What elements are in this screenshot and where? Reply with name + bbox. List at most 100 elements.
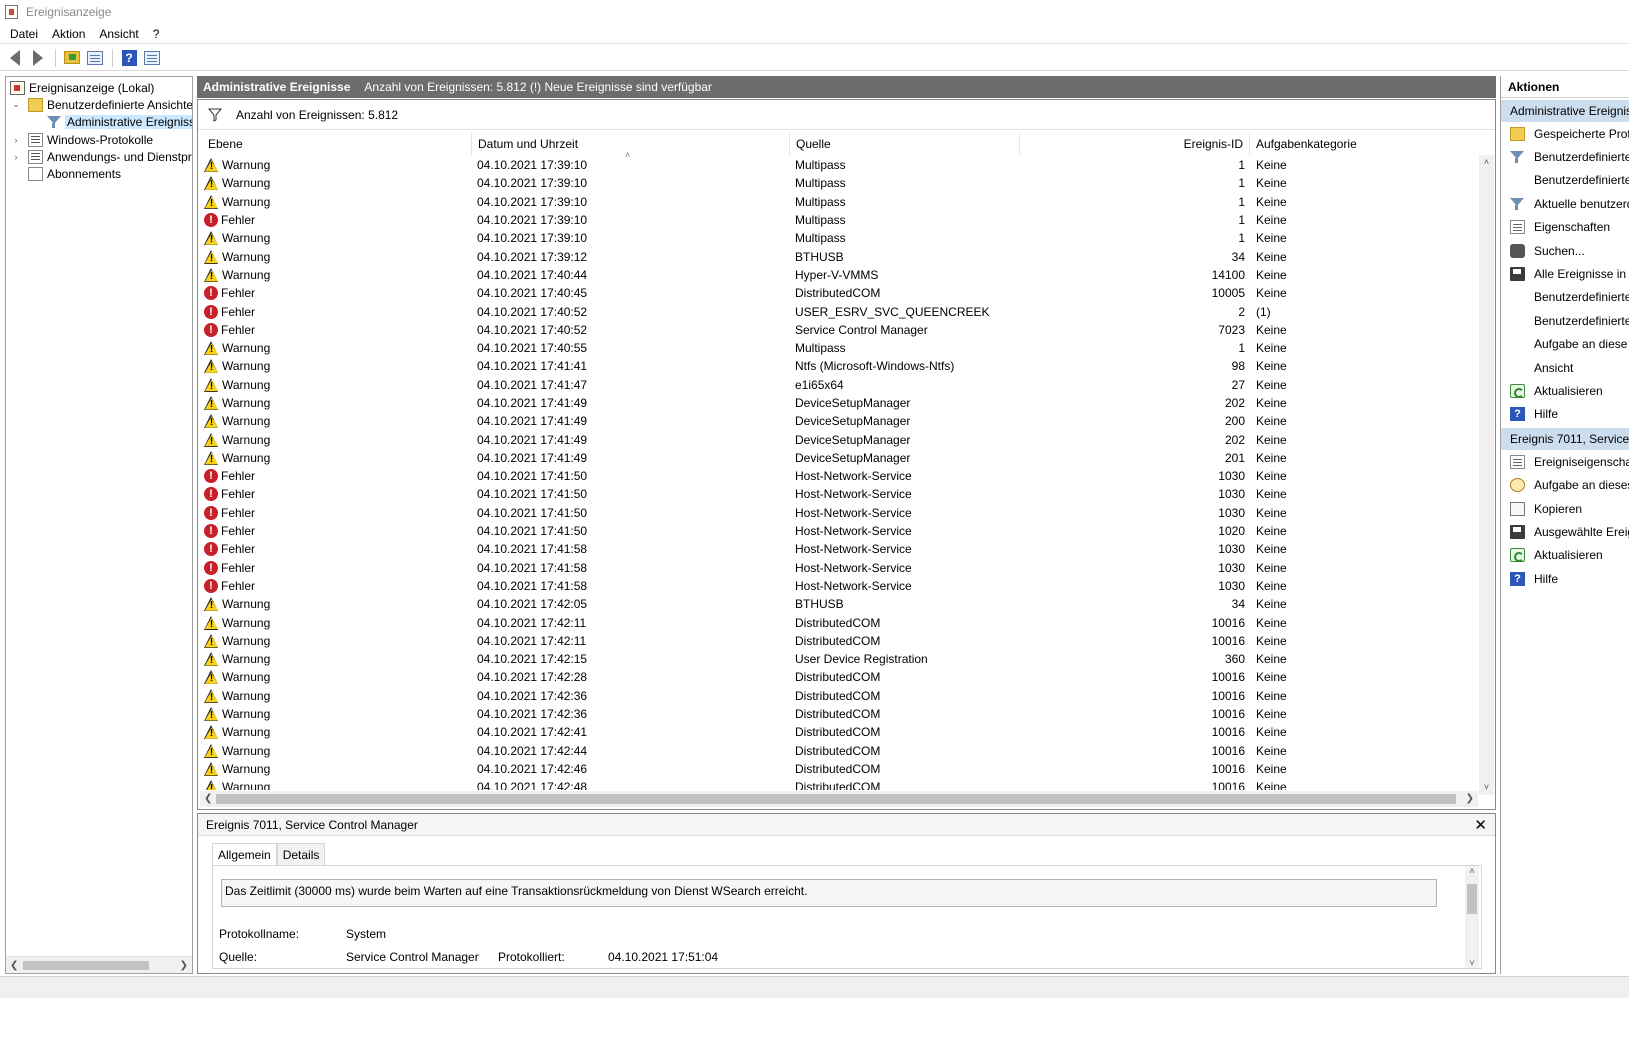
event-row[interactable]: Warnung 04.10.2021 17:42:05 BTHUSB 34 Keine <box>202 595 1478 613</box>
scroll-thumb[interactable] <box>23 961 149 970</box>
tree-horizontal-scrollbar[interactable]: ❮ ❯ <box>6 956 192 973</box>
actions-section-view[interactable]: Administrative Ereignisse <box>1501 100 1629 122</box>
action-item[interactable]: Benutzerdefinierte Ansicht erstellen... <box>1501 145 1629 168</box>
event-row[interactable]: Warnung 04.10.2021 17:39:12 BTHUSB 34 Keine <box>202 247 1478 265</box>
action-item[interactable]: Ereigniseigenschaften <box>1501 450 1629 473</box>
event-row[interactable]: Fehler 04.10.2021 17:41:58 Host-Network-Se… <box>202 577 1478 595</box>
action-item[interactable]: Suchen... <box>1501 239 1629 262</box>
actions-section-event[interactable]: Ereignis 7011, Service Control Manager <box>1501 428 1629 451</box>
scroll-right-icon[interactable]: ❯ <box>1466 791 1474 807</box>
event-row[interactable]: Warnung 04.10.2021 17:42:48 DistributedCOM… <box>202 778 1478 790</box>
menu-ansicht[interactable]: Ansicht <box>92 27 145 41</box>
event-row[interactable]: Warnung 04.10.2021 17:41:49 DeviceSetupMan… <box>202 430 1478 448</box>
column-header-source[interactable]: Quelle <box>790 133 1020 155</box>
action-item[interactable]: Aktualisieren <box>1501 379 1629 402</box>
logged-value[interactable]: 04.10.2021 17:51:04 <box>608 950 718 964</box>
event-row[interactable]: Warnung 04.10.2021 17:41:49 DeviceSetupMan… <box>202 449 1478 467</box>
event-row[interactable]: Fehler 04.10.2021 17:41:50 Host-Network-Se… <box>202 522 1478 540</box>
event-row[interactable]: Fehler 04.10.2021 17:40:45 DistributedCOM 1… <box>202 284 1478 302</box>
event-row[interactable]: Warnung 04.10.2021 17:42:36 DistributedCOM… <box>202 687 1478 705</box>
event-row[interactable]: Fehler 04.10.2021 17:40:52 Service Control… <box>202 321 1478 339</box>
event-row[interactable]: Warnung 04.10.2021 17:40:44 Hyper-V-VMMS 14… <box>202 266 1478 284</box>
event-row[interactable]: Warnung 04.10.2021 17:41:49 DeviceSetupMan… <box>202 394 1478 412</box>
event-row[interactable]: Fehler 04.10.2021 17:41:50 Host-Network-Se… <box>202 467 1478 485</box>
menu-aktion[interactable]: Aktion <box>45 27 92 41</box>
action-item[interactable]: Aufgabe an dieses Ereignis anfügen... <box>1501 473 1629 496</box>
event-message[interactable]: Das Zeitlimit (30000 ms) wurde beim Wart… <box>221 879 1437 907</box>
action-item[interactable]: Gespeicherte Protokolldatei öffnen... <box>1501 122 1629 145</box>
close-icon[interactable]: ✕ <box>1474 816 1487 834</box>
action-item[interactable]: Kopieren <box>1501 497 1629 520</box>
column-header-event-id[interactable]: Ereignis-ID <box>1020 133 1250 155</box>
action-item[interactable]: ? Hilfe <box>1501 567 1629 590</box>
action-item[interactable]: Ausgewählte Ereignisse speichern... <box>1501 520 1629 543</box>
chevron-right-icon[interactable]: › <box>10 152 22 162</box>
scroll-down-icon[interactable]: ˅ <box>1465 958 1479 968</box>
event-row[interactable]: Warnung 04.10.2021 17:41:47 e1i65x64 27 Kein… <box>202 376 1478 394</box>
action-item[interactable]: Aufgabe an diese benutzerdefinierte Ansi… <box>1501 333 1629 356</box>
tree-item-windows-logs[interactable]: › Windows-Protokolle <box>10 131 153 148</box>
scroll-thumb[interactable] <box>216 794 1456 804</box>
chevron-down-icon[interactable]: ⌄ <box>10 99 22 110</box>
event-row[interactable]: Fehler 04.10.2021 17:40:52 USER_ESRV_SVC_Q… <box>202 302 1478 320</box>
back-button[interactable] <box>4 47 26 69</box>
action-item[interactable]: Benutzerdefinierte Ansicht importieren..… <box>1501 169 1629 192</box>
action-item[interactable]: Benutzerdefinierte Ansicht kopieren... <box>1501 309 1629 332</box>
detail-vertical-scrollbar[interactable]: ˄ ˅ <box>1465 866 1479 968</box>
source-value[interactable]: Service Control Manager <box>346 950 479 964</box>
event-row[interactable]: Warnung 04.10.2021 17:42:36 DistributedCOM… <box>202 705 1478 723</box>
tree-item-subscriptions[interactable]: Abonnements <box>28 165 121 182</box>
tree-item-admin-events[interactable]: Administrative Ereignisse <box>46 113 192 130</box>
action-item[interactable]: Alle Ereignisse in benutzerdefinierter A… <box>1501 262 1629 285</box>
event-row[interactable]: Fehler 04.10.2021 17:41:50 Host-Network-Se… <box>202 504 1478 522</box>
log-name-value[interactable]: System <box>346 927 386 941</box>
scroll-left-icon[interactable]: ❮ <box>10 957 18 973</box>
show-hide-action-pane-button[interactable] <box>141 47 163 69</box>
event-row[interactable]: Warnung 04.10.2021 17:42:46 DistributedCOM… <box>202 760 1478 778</box>
event-row[interactable]: Warnung 04.10.2021 17:42:11 DistributedCOM… <box>202 632 1478 650</box>
events-vertical-scrollbar[interactable]: ˄ ˅ <box>1479 155 1494 795</box>
action-item[interactable]: Ansicht <box>1501 356 1629 379</box>
action-item[interactable]: ? Hilfe <box>1501 403 1629 426</box>
action-item[interactable]: Aktualisieren <box>1501 544 1629 567</box>
scroll-up-icon[interactable]: ˄ <box>1465 866 1479 876</box>
scroll-right-icon[interactable]: ❯ <box>180 957 188 973</box>
event-row[interactable]: Fehler 04.10.2021 17:41:50 Host-Network-Se… <box>202 485 1478 503</box>
column-header-level[interactable]: Ebene <box>202 133 472 155</box>
event-row[interactable]: Fehler 04.10.2021 17:39:10 Multipass 1 Keine <box>202 211 1478 229</box>
menu-datei[interactable]: Datei <box>3 27 45 41</box>
tree-item-root[interactable]: Ereignisanzeige (Lokal) <box>10 79 154 96</box>
action-item[interactable]: Benutzerdefinierte Ansicht exportieren..… <box>1501 286 1629 309</box>
column-header-task-category[interactable]: Aufgabenkategorie <box>1250 133 1470 155</box>
scroll-down-icon[interactable]: ˅ <box>1479 780 1494 795</box>
action-item[interactable]: Aktuelle benutzerdefinierte Ansicht filt… <box>1501 192 1629 215</box>
scroll-left-icon[interactable]: ❮ <box>204 791 212 807</box>
event-row[interactable]: Warnung 04.10.2021 17:39:10 Multipass 1 Kein… <box>202 174 1478 192</box>
forward-button[interactable] <box>27 47 49 69</box>
tree-item-app-logs[interactable]: › Anwendungs- und Dienstprotokolle <box>10 148 192 165</box>
tree-item-custom-views[interactable]: ⌄ Benutzerdefinierte Ansichten <box>10 96 192 113</box>
event-row[interactable]: Fehler 04.10.2021 17:41:58 Host-Network-Se… <box>202 559 1478 577</box>
event-row[interactable]: Warnung 04.10.2021 17:40:55 Multipass 1 Kein… <box>202 339 1478 357</box>
event-row[interactable]: Warnung 04.10.2021 17:42:11 DistributedCOM… <box>202 613 1478 631</box>
scroll-thumb[interactable] <box>1467 884 1477 914</box>
chevron-right-icon[interactable]: › <box>10 135 22 145</box>
event-row[interactable]: Warnung 04.10.2021 17:39:10 Multipass 1 Kein… <box>202 229 1478 247</box>
event-row[interactable]: Warnung 04.10.2021 17:42:41 DistributedCOM… <box>202 723 1478 741</box>
menu-help[interactable]: ? <box>146 27 167 41</box>
up-one-level-button[interactable] <box>61 47 83 69</box>
event-row[interactable]: Warnung 04.10.2021 17:42:15 User Device Re… <box>202 650 1478 668</box>
event-row[interactable]: Fehler 04.10.2021 17:41:58 Host-Network-Se… <box>202 540 1478 558</box>
help-button[interactable]: ? <box>118 47 140 69</box>
show-hide-console-tree-button[interactable] <box>84 47 106 69</box>
event-row[interactable]: Warnung 04.10.2021 17:42:28 DistributedCOM… <box>202 668 1478 686</box>
tab-allgemein[interactable]: Allgemein <box>212 843 277 866</box>
tab-details[interactable]: Details <box>276 843 326 865</box>
scroll-up-icon[interactable]: ˄ <box>1479 155 1494 170</box>
event-row[interactable]: Warnung 04.10.2021 17:39:10 Multipass 1 Kein… <box>202 156 1478 174</box>
event-row[interactable]: Warnung 04.10.2021 17:39:10 Multipass 1 Kein… <box>202 193 1478 211</box>
event-row[interactable]: Warnung 04.10.2021 17:42:44 DistributedCOM… <box>202 742 1478 760</box>
action-item[interactable]: Eigenschaften <box>1501 216 1629 239</box>
event-row[interactable]: Warnung 04.10.2021 17:41:49 DeviceSetupMan… <box>202 412 1478 430</box>
events-horizontal-scrollbar[interactable]: ❮ ❯ <box>200 791 1478 807</box>
